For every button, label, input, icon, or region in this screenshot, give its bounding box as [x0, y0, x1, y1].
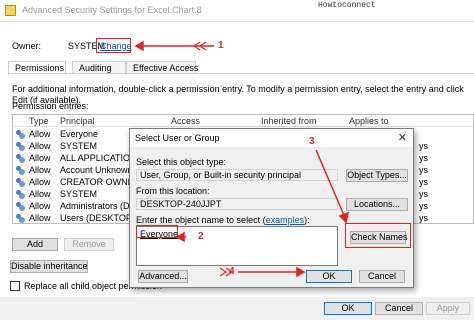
location-label: From this location:: [136, 186, 210, 196]
user-group-icon: [16, 130, 26, 139]
replace-permissions-checkbox[interactable]: [10, 281, 20, 291]
dialog-titlebar: Select User or Group ✕: [130, 129, 413, 147]
arrow-step1-feather: [198, 41, 207, 51]
row-type: Allow: [29, 153, 51, 163]
column-applies-to[interactable]: Applies to: [349, 116, 389, 126]
advanced-button[interactable]: Advanced...: [138, 270, 188, 283]
tab-effective-access-label: Effective Access: [133, 63, 199, 73]
row-type: Allow: [29, 177, 51, 187]
row-principal: Account Unknown(S: [60, 165, 132, 175]
dialog-cancel-button[interactable]: Cancel: [359, 270, 405, 283]
user-group-icon: [16, 202, 26, 211]
locations-button[interactable]: Locations...: [346, 198, 408, 211]
dialog-footer: OK Cancel Apply: [0, 297, 474, 320]
row-principal: Everyone: [60, 129, 99, 139]
user-group-icon: [16, 166, 26, 175]
column-inherited-from[interactable]: Inherited from: [261, 116, 317, 126]
close-icon[interactable]: ✕: [398, 131, 407, 144]
window-title: Advanced Security Settings for Excel.Cha…: [22, 5, 202, 15]
tab-divider: [8, 73, 474, 74]
column-principal[interactable]: Principal: [60, 116, 95, 126]
row-type: Allow: [29, 141, 51, 151]
main-ok-button[interactable]: OK: [324, 302, 372, 315]
annotation-box-everyone: [136, 225, 178, 238]
dialog-ok-button[interactable]: OK: [306, 270, 352, 283]
row-applies-tail: ys: [419, 201, 428, 211]
annotation-box-change: [96, 38, 131, 53]
window-titlebar: Advanced Security Settings for Excel.Cha…: [0, 0, 474, 22]
location-field: DESKTOP-240JJPT: [136, 198, 338, 210]
annotation-step-1: 1: [218, 40, 224, 51]
user-group-icon: [16, 154, 26, 163]
enter-label-prefix: Enter the object name to select (: [136, 215, 266, 225]
object-type-label: Select this object type:: [136, 157, 227, 167]
row-principal: SYSTEM: [60, 141, 98, 151]
app-icon: [5, 5, 16, 16]
main-cancel-button[interactable]: Cancel: [375, 302, 423, 315]
row-principal: Administrators (DESK: [60, 201, 132, 211]
dialog-title: Select User or Group: [135, 133, 220, 143]
user-group-icon: [16, 178, 26, 187]
apply-button[interactable]: Apply: [426, 302, 470, 315]
column-access[interactable]: Access: [171, 116, 200, 126]
row-applies-tail: ys: [419, 141, 428, 151]
arrow-step1-feather: [192, 41, 201, 51]
owner-label: Owner:: [12, 41, 42, 51]
row-applies-tail: ys: [419, 165, 428, 175]
column-type[interactable]: Type: [29, 116, 49, 126]
annotation-step-4: 4: [229, 266, 235, 277]
row-principal: Users (DESKTOP-240: [60, 213, 132, 223]
select-user-or-group-dialog: Select User or Group ✕ Select this objec…: [129, 128, 414, 288]
table-header: Type Principal Access Inherited from App…: [13, 115, 473, 127]
arrow-step1-head: [134, 40, 144, 52]
remove-button[interactable]: Remove: [64, 238, 114, 251]
row-type: Allow: [29, 129, 51, 139]
object-types-button[interactable]: Object Types...: [346, 169, 408, 182]
row-principal: SYSTEM: [60, 189, 98, 199]
row-principal: ALL APPLICATION P: [60, 153, 132, 163]
row-principal: CREATOR OWNER: [60, 177, 132, 187]
annotation-step-3: 3: [309, 136, 315, 147]
row-type: Allow: [29, 189, 51, 199]
permission-entries-label: Permission entries:: [12, 101, 89, 111]
object-type-field: User, Group, or Built-in security princi…: [136, 169, 338, 181]
watermark-text: Howtoconnect: [318, 1, 376, 10]
annotation-box-check-names: [345, 223, 411, 248]
user-group-icon: [16, 214, 26, 223]
add-button[interactable]: Add: [12, 238, 58, 251]
tab-auditing-label: Auditing: [79, 63, 112, 73]
annotation-step-2: 2: [198, 231, 204, 242]
row-applies-tail: ys: [419, 213, 428, 223]
row-applies-tail: ys: [419, 153, 428, 163]
disable-inheritance-button[interactable]: Disable inheritance: [10, 260, 88, 273]
examples-link[interactable]: examples: [266, 215, 305, 225]
row-type: Allow: [29, 165, 51, 175]
enter-object-name-label: Enter the object name to select (example…: [136, 215, 310, 225]
enter-label-suffix: ):: [304, 215, 310, 225]
row-applies-tail: ys: [419, 189, 428, 199]
row-type: Allow: [29, 213, 51, 223]
user-group-icon: [16, 190, 26, 199]
row-type: Allow: [29, 201, 51, 211]
tab-permissions-label: Permissions: [15, 63, 65, 73]
row-applies-tail: ys: [419, 177, 428, 187]
user-group-icon: [16, 142, 26, 151]
